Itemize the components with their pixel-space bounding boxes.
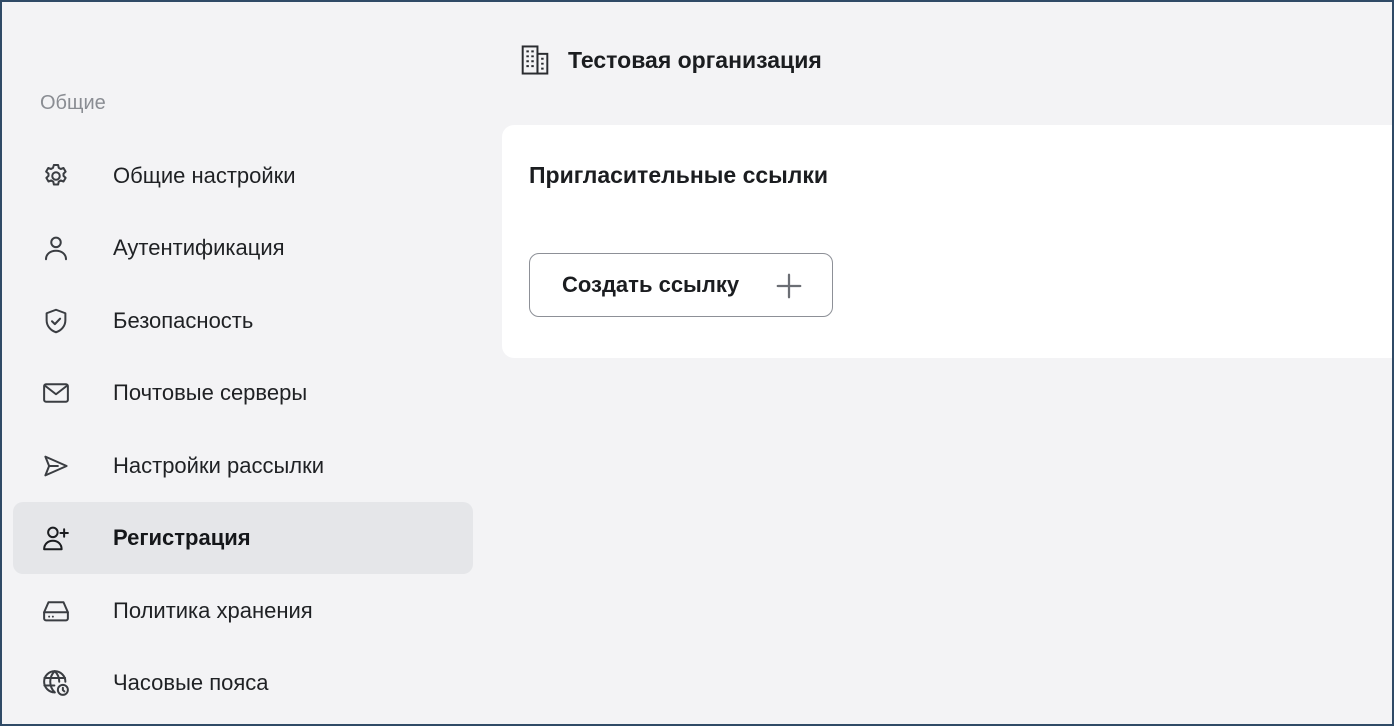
sidebar-item-label: Безопасность <box>113 308 254 333</box>
globe-clock-icon <box>40 667 72 699</box>
organization-header: Тестовая организация <box>520 44 822 76</box>
sidebar-item-general-settings[interactable]: Общие настройки <box>13 140 473 212</box>
gear-icon <box>40 160 72 192</box>
invite-links-title: Пригласительные ссылки <box>529 162 829 188</box>
sidebar: Общие Общие настройки Аутентификация Без… <box>4 4 482 724</box>
sidebar-item-mailing-settings[interactable]: Настройки рассылки <box>13 430 473 502</box>
invite-links-card: Пригласительные ссылки Создать ссылку <box>502 125 1392 358</box>
sidebar-item-security[interactable]: Безопасность <box>13 285 473 357</box>
plus-icon <box>774 271 804 301</box>
create-link-button-label: Создать ссылку <box>562 272 740 297</box>
building-icon <box>520 44 550 76</box>
app-frame: Общие Общие настройки Аутентификация Без… <box>0 0 1394 726</box>
organization-title: Тестовая организация <box>568 46 822 73</box>
sidebar-item-label: Политика хранения <box>113 598 313 623</box>
create-link-button[interactable]: Создать ссылку <box>529 253 833 317</box>
sidebar-item-label: Регистрация <box>113 525 251 550</box>
sidebar-item-mail-servers[interactable]: Почтовые серверы <box>13 357 473 429</box>
sidebar-item-label: Общие настройки <box>113 163 296 188</box>
sidebar-item-label: Часовые пояса <box>113 670 269 695</box>
sidebar-item-label: Почтовые серверы <box>113 380 308 405</box>
sidebar-item-authentication[interactable]: Аутентификация <box>13 212 473 284</box>
sidebar-item-label: Настройки рассылки <box>113 453 325 478</box>
user-plus-icon <box>40 522 72 554</box>
user-icon <box>40 232 72 264</box>
mail-icon <box>40 377 72 409</box>
sidebar-item-time-zones[interactable]: Часовые пояса <box>13 647 473 719</box>
sidebar-section-label: Общие <box>40 92 106 114</box>
shield-check-icon <box>40 305 72 337</box>
send-icon <box>40 450 72 482</box>
storage-drive-icon <box>40 595 72 627</box>
sidebar-item-label: Аутентификация <box>113 235 285 260</box>
sidebar-item-retention-policy[interactable]: Политика хранения <box>13 575 473 647</box>
sidebar-item-registration[interactable]: Регистрация <box>13 502 473 574</box>
